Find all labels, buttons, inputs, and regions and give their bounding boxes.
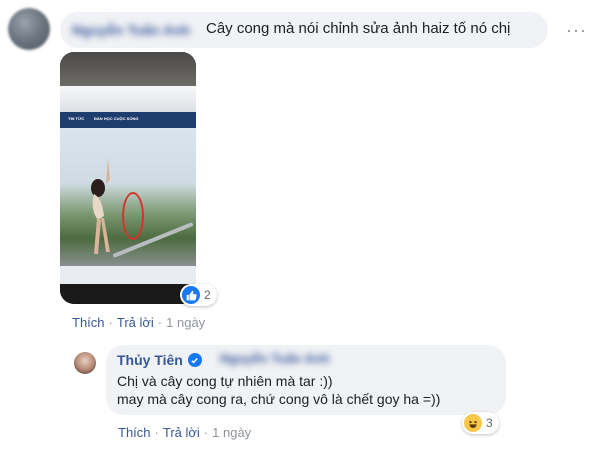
reaction-count: 2 (204, 288, 211, 302)
like-link[interactable]: Thích (72, 315, 105, 330)
reply-reaction-summary[interactable]: 3 (462, 412, 499, 434)
person-figure-icon (91, 158, 110, 254)
separator-dot: · (203, 425, 209, 440)
reply-text-line: Chị và cây cong tự nhiên mà tar :)) (117, 373, 333, 389)
comment-text: Cây cong mà nói chỉnh sửa ảnh haiz tố nó… (206, 20, 511, 37)
comment-actions: Thích · Trả lời · 1 ngày (72, 315, 205, 330)
replier-avatar[interactable] (74, 352, 96, 374)
comment-timestamp[interactable]: 1 ngày (166, 315, 205, 330)
comment-photo[interactable]: TIN TỨC ĐÀN HỌC CUỘC SỐNG (60, 52, 196, 304)
like-icon (182, 286, 200, 304)
commenter-name[interactable]: Nguyễn Tuấn Anh (72, 22, 190, 38)
replier-name[interactable]: Thủy Tiên (117, 352, 183, 368)
red-circle-annotation (122, 192, 144, 240)
photo-frame-top (60, 52, 196, 86)
comment-reaction-summary[interactable]: 2 (180, 284, 217, 306)
separator-dot: · (154, 425, 159, 440)
photo-browser-bar (60, 86, 196, 112)
reply-actions: Thích · Trả lời · 1 ngày (118, 425, 251, 440)
reply-text-line: may mà cây cong ra, chứ cong vô là chết … (117, 391, 441, 407)
like-link[interactable]: Thích (118, 425, 151, 440)
photo-nav-item: TIN TỨC (68, 116, 85, 121)
commenter-avatar[interactable] (8, 8, 50, 50)
reply-timestamp[interactable]: 1 ngày (212, 425, 251, 440)
photo-screen: TIN TỨC ĐÀN HỌC CUỘC SỐNG (60, 86, 196, 284)
haha-icon (464, 414, 482, 432)
reply-link[interactable]: Trả lời (163, 425, 200, 440)
photo-nav-item: ĐÀN HỌC CUỘC SỐNG (94, 116, 139, 121)
separator-dot: · (108, 315, 113, 330)
separator-dot: · (157, 315, 163, 330)
photo-scene (60, 128, 196, 266)
verified-badge-icon (187, 353, 202, 367)
tagged-user-name[interactable]: Nguyễn Tuấn Anh (220, 351, 330, 366)
photo-frame-bottom (60, 284, 196, 304)
reply-link[interactable]: Trả lời (117, 315, 154, 330)
reply-header: Thủy Tiên (117, 352, 202, 368)
more-dots-icon[interactable]: ··· (566, 20, 587, 41)
photo-nav-bar: TIN TỨC ĐÀN HỌC CUỘC SỐNG (60, 112, 196, 128)
reaction-count: 3 (486, 416, 493, 430)
